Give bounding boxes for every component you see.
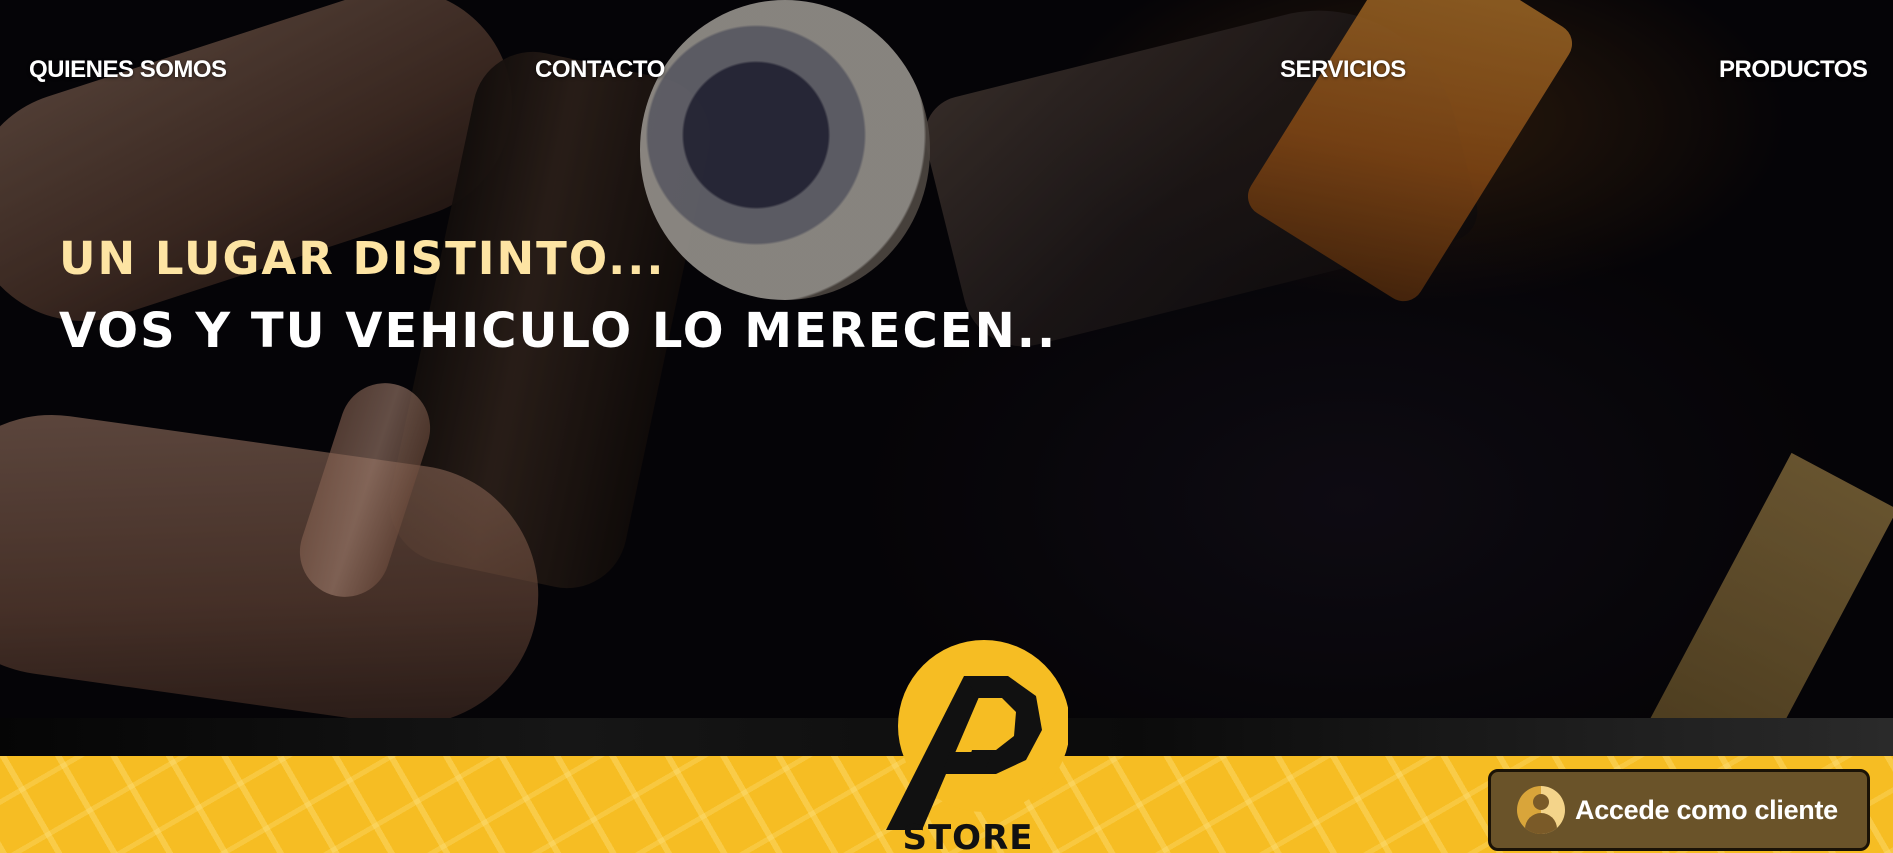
store-logo[interactable]: STORE: [868, 640, 1068, 853]
hero-overlay: [0, 0, 1893, 718]
nav-link-servicios[interactable]: SERVICIOS: [1280, 56, 1406, 84]
logo-text: STORE: [902, 818, 1034, 853]
hero-headline: UN LUGAR DISTINTO...: [59, 232, 666, 285]
nav-link-contacto[interactable]: CONTACTO: [535, 56, 665, 84]
nav-link-productos[interactable]: PRODUCTOS: [1719, 56, 1868, 84]
hero-subheadline: VOS Y TU VEHICULO LO MERECEN..: [59, 303, 1058, 359]
nav-link-quienes-somos[interactable]: QUIENES SOMOS: [29, 56, 227, 84]
client-login-label: Accede como cliente: [1575, 794, 1838, 825]
user-icon: [1517, 786, 1565, 834]
client-login-button[interactable]: Accede como cliente: [1488, 769, 1870, 851]
hero-banner: QUIENES SOMOS CONTACTO SERVICIOS PRODUCT…: [0, 0, 1893, 718]
